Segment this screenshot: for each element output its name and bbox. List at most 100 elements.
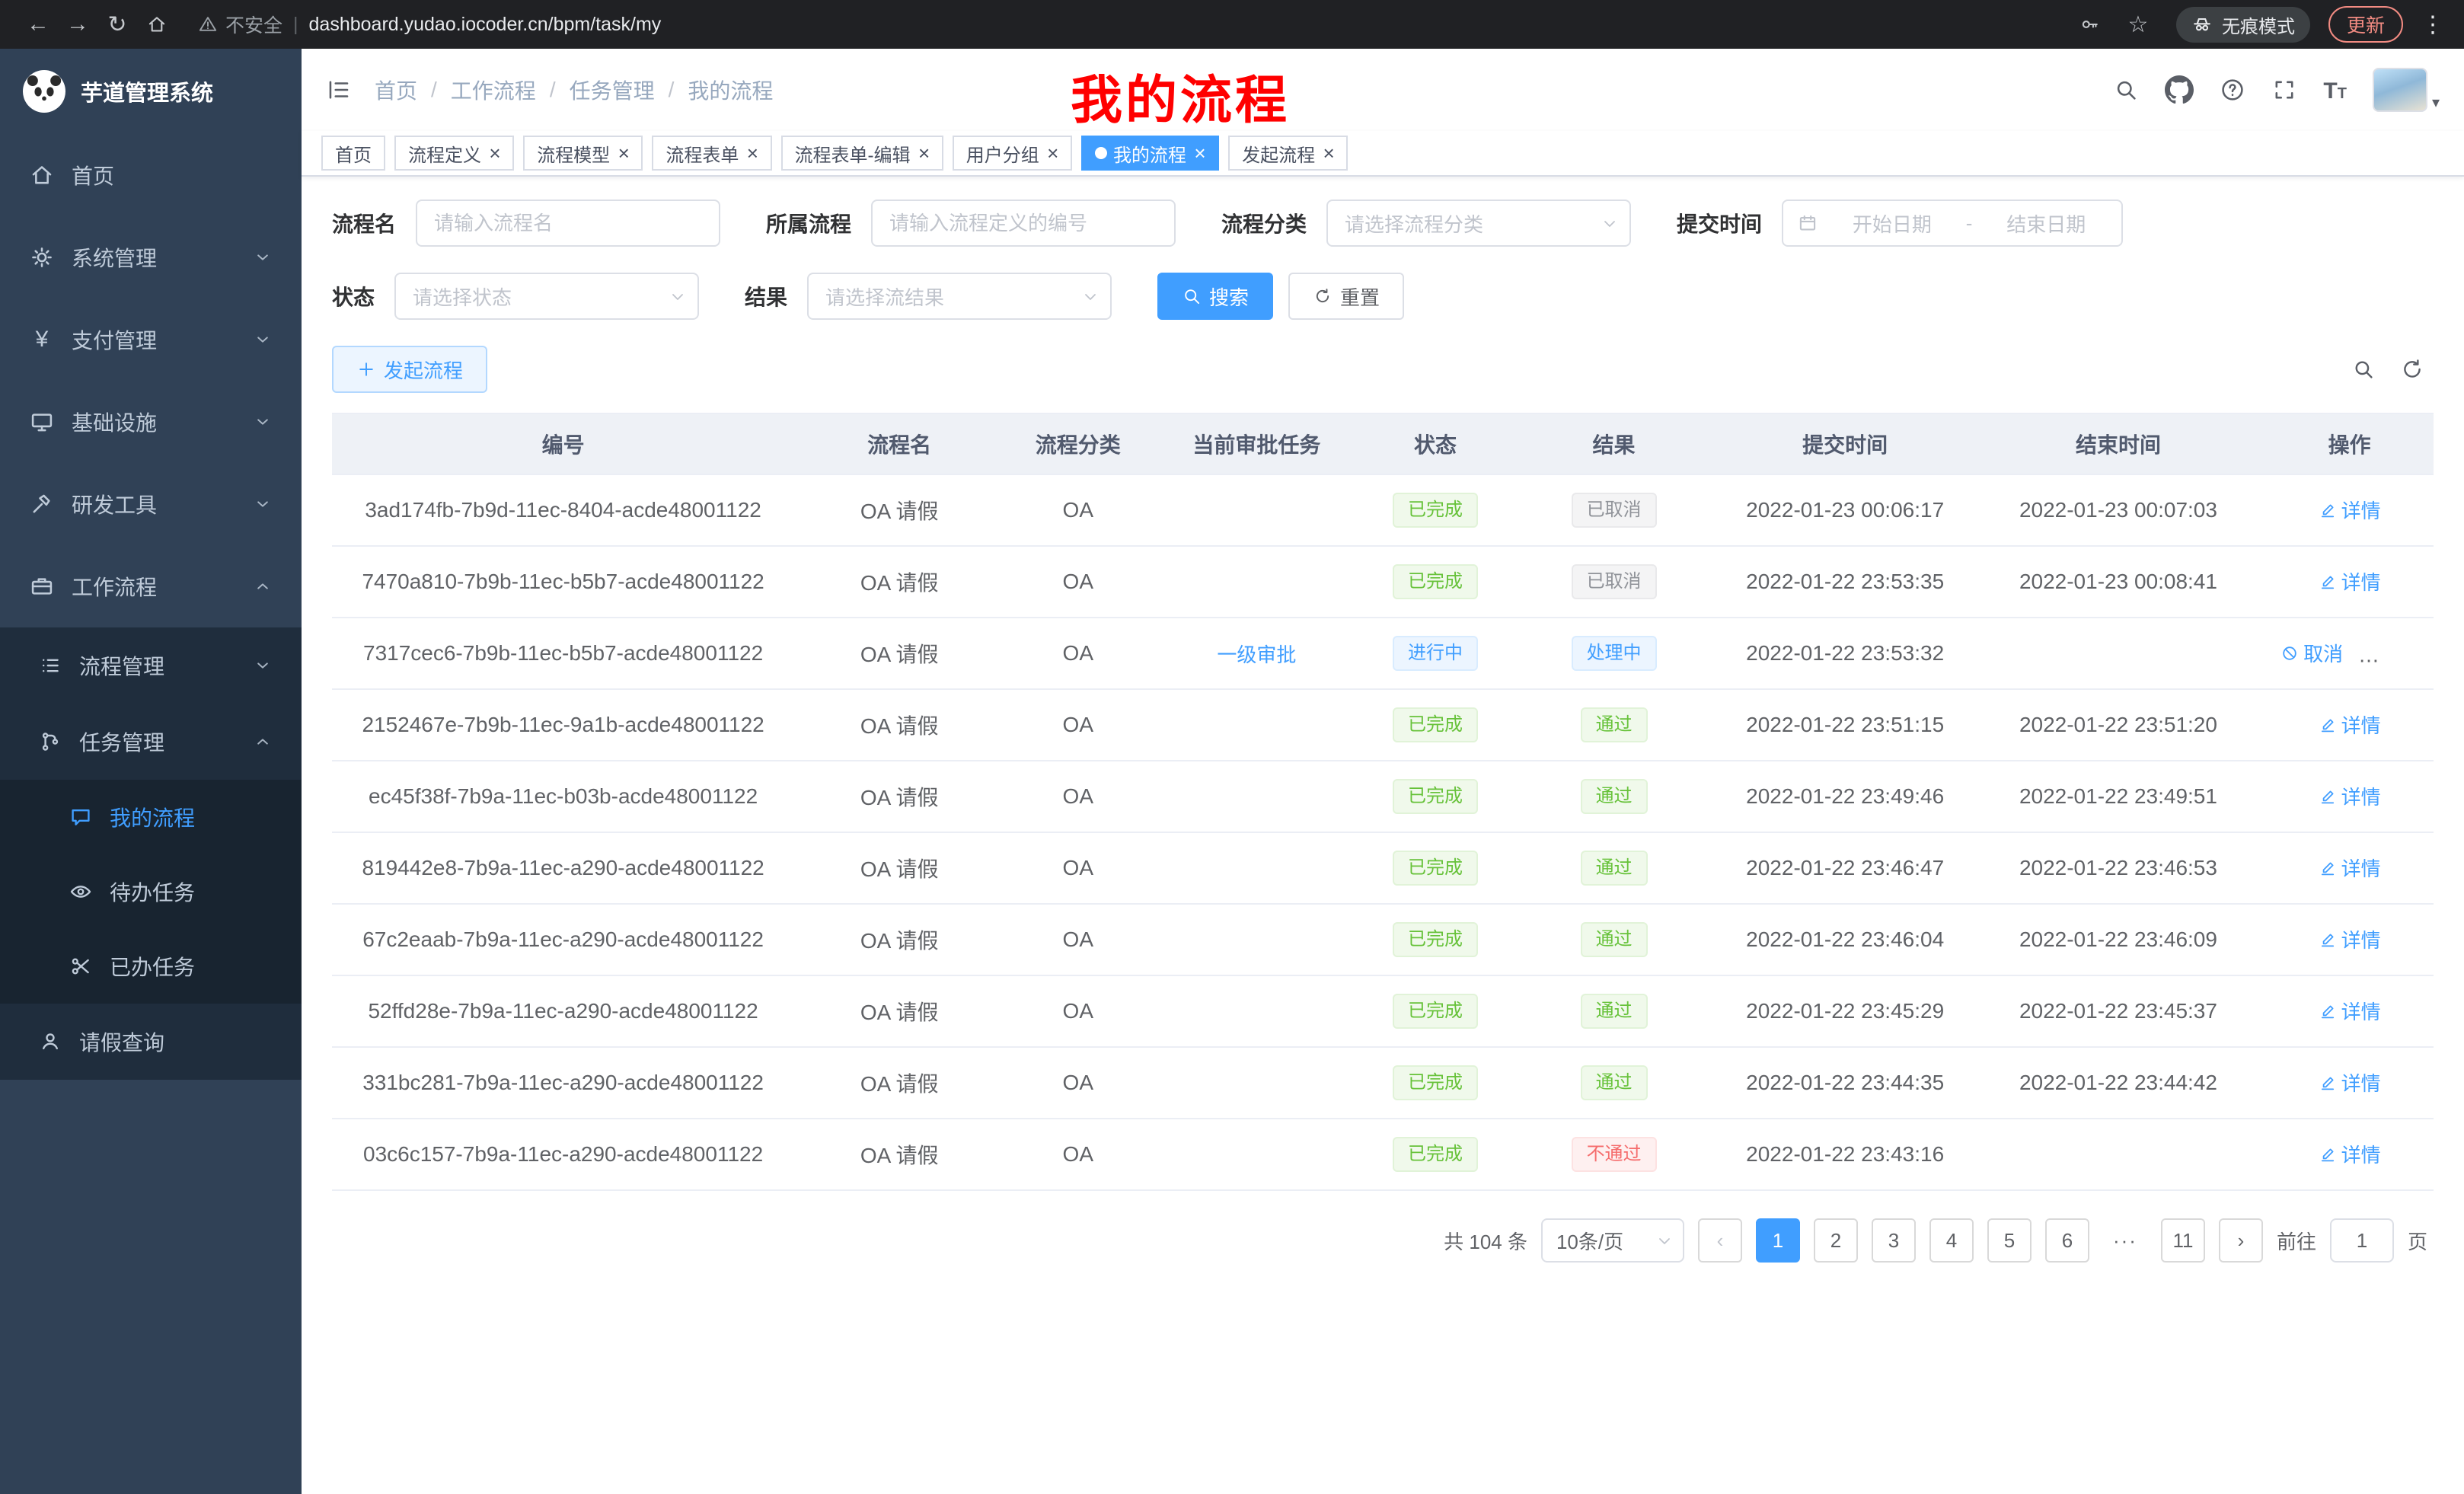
search-icon[interactable]: [2113, 77, 2139, 103]
sidebar-item-home[interactable]: 首页: [0, 134, 302, 216]
app-logo[interactable]: 芋道管理系统: [0, 49, 302, 134]
page-button[interactable]: 1: [1756, 1218, 1800, 1263]
cancel-link[interactable]: 取消: [2280, 639, 2343, 667]
browser-menu-icon[interactable]: ⋮: [2421, 11, 2446, 38]
font-size-icon[interactable]: TT: [2323, 78, 2347, 103]
page-button[interactable]: 6: [2045, 1218, 2089, 1263]
process-name-input[interactable]: [416, 200, 720, 247]
tab[interactable]: 发起流程 ×: [1228, 136, 1348, 171]
url-text[interactable]: dashboard.yudao.iocoder.cn/bpm/task/my: [309, 14, 662, 36]
close-icon[interactable]: ×: [489, 143, 500, 163]
sidebar-item-devtools[interactable]: 研发工具: [0, 463, 302, 545]
page-button[interactable]: 3: [1872, 1218, 1916, 1263]
breadcrumb-item[interactable]: 任务管理: [570, 75, 655, 105]
link-label: 取消: [2303, 639, 2343, 667]
bookmark-star-icon[interactable]: ☆: [2118, 5, 2158, 44]
detail-link[interactable]: 详情: [2319, 997, 2381, 1025]
detail-link[interactable]: 详情: [2319, 925, 2381, 953]
detail-link[interactable]: 详情: [2319, 854, 2381, 882]
close-icon[interactable]: ×: [1194, 143, 1205, 163]
current-task-link[interactable]: 一级审批: [1217, 640, 1296, 668]
fullscreen-icon[interactable]: [2271, 77, 2297, 103]
page-size-select[interactable]: 10条/页: [1541, 1218, 1684, 1263]
close-icon[interactable]: ×: [918, 143, 930, 163]
update-button[interactable]: 更新: [2328, 6, 2403, 43]
detail-link[interactable]: 详情: [2319, 1140, 2381, 1168]
cell-end-time: 2022-01-22 23:46:53: [1971, 832, 2265, 904]
goto-page-input[interactable]: [2330, 1218, 2394, 1263]
avatar[interactable]: [2373, 68, 2427, 112]
search-toggle-icon[interactable]: [2351, 357, 2376, 381]
button-label: 发起流程: [384, 356, 463, 384]
cell-category: OA: [1004, 832, 1151, 904]
help-icon[interactable]: [2220, 77, 2245, 103]
tab[interactable]: 我的流程 ×: [1081, 136, 1219, 171]
refresh-icon[interactable]: [2400, 357, 2424, 381]
cell-end-time: 2022-01-22 23:46:09: [1971, 904, 2265, 975]
page-button[interactable]: 4: [1929, 1218, 1974, 1263]
detail-link[interactable]: 详情: [2319, 1068, 2381, 1097]
page-button[interactable]: 11: [2161, 1218, 2205, 1263]
chrome-actions: ☆ 无痕模式 更新 ⋮: [2079, 5, 2446, 44]
page-button[interactable]: ···: [2103, 1218, 2147, 1263]
tab[interactable]: 首页 ×: [321, 136, 385, 171]
detail-link[interactable]: 详情: [2319, 782, 2381, 810]
close-icon[interactable]: ×: [1323, 143, 1334, 163]
next-page-button[interactable]: ›: [2219, 1218, 2263, 1263]
table-row: 03c6c157-7b9a-11ec-a290-acde48001122 OA …: [332, 1119, 2434, 1190]
user-menu[interactable]: ▾: [2373, 68, 2440, 112]
cell-category: OA: [1004, 546, 1151, 618]
tab[interactable]: 流程定义 ×: [394, 136, 514, 171]
key-icon[interactable]: [2079, 14, 2100, 35]
sidebar-item-infra[interactable]: 基础设施: [0, 381, 302, 463]
select-placeholder: 请选择流程分类: [1345, 209, 1483, 238]
chevron-up-icon: [253, 732, 273, 752]
close-icon[interactable]: ×: [1047, 143, 1058, 163]
search-button[interactable]: 搜索: [1157, 273, 1273, 320]
create-process-button[interactable]: 发起流程: [332, 346, 487, 393]
chevron-up-icon: [253, 576, 273, 596]
result-select[interactable]: 请选择流结果: [807, 273, 1112, 320]
date-range-picker[interactable]: 开始日期 - 结束日期: [1782, 200, 2123, 247]
reload-icon[interactable]: ↻: [97, 5, 137, 44]
close-icon[interactable]: ×: [618, 143, 629, 163]
page-button[interactable]: 2: [1814, 1218, 1858, 1263]
detail-link[interactable]: 详情: [2319, 710, 2381, 739]
sidebar-item-leave-query[interactable]: 请假查询: [0, 1004, 302, 1080]
tab[interactable]: 流程表单 ×: [652, 136, 771, 171]
link-label: 详情: [2341, 1068, 2381, 1097]
detail-link[interactable]: 详情: [2319, 496, 2381, 524]
back-icon[interactable]: ←: [18, 5, 58, 44]
sidebar-item-done-tasks[interactable]: 已办任务: [0, 929, 302, 1004]
home-icon[interactable]: [137, 5, 177, 44]
address-bar[interactable]: 不安全 | dashboard.yudao.iocoder.cn/bpm/tas…: [198, 11, 2079, 38]
sidebar-item-workflow[interactable]: 工作流程: [0, 545, 302, 627]
prev-page-button[interactable]: ‹: [1698, 1218, 1742, 1263]
table-row: 2152467e-7b9b-11ec-9a1b-acde48001122 OA …: [332, 689, 2434, 761]
sidebar-item-process-mgmt[interactable]: 流程管理: [0, 627, 302, 704]
page-button[interactable]: 5: [1987, 1218, 2032, 1263]
category-select[interactable]: 请选择流程分类: [1326, 200, 1631, 247]
detail-link[interactable]: 详情: [2319, 567, 2381, 595]
github-icon[interactable]: [2165, 75, 2194, 104]
forward-icon[interactable]: →: [58, 5, 97, 44]
tab[interactable]: 流程表单-编辑 ×: [781, 136, 943, 171]
menu-fold-icon[interactable]: [326, 77, 352, 103]
reset-button[interactable]: 重置: [1288, 273, 1404, 320]
breadcrumb-item[interactable]: 首页: [375, 75, 417, 105]
sidebar-item-system[interactable]: 系统管理: [0, 216, 302, 298]
sidebar-item-payment[interactable]: ¥ 支付管理: [0, 298, 302, 381]
sidebar-item-task-mgmt[interactable]: 任务管理: [0, 704, 302, 780]
tab[interactable]: 用户分组 ×: [953, 136, 1072, 171]
process-definition-input[interactable]: [871, 200, 1176, 247]
sidebar-item-todo-tasks[interactable]: 待办任务: [0, 854, 302, 929]
tab[interactable]: 流程模型 ×: [523, 136, 643, 171]
detail-link[interactable]: 详情: [2367, 639, 2430, 667]
cell-process-name: OA 请假: [794, 689, 1004, 761]
sidebar-item-my-process[interactable]: 我的流程: [0, 780, 302, 854]
security-indicator[interactable]: 不安全: [198, 11, 282, 38]
close-icon[interactable]: ×: [746, 143, 758, 163]
status-select[interactable]: 请选择状态: [394, 273, 699, 320]
breadcrumb-item[interactable]: 工作流程: [451, 75, 536, 105]
tools-icon: [29, 491, 55, 517]
